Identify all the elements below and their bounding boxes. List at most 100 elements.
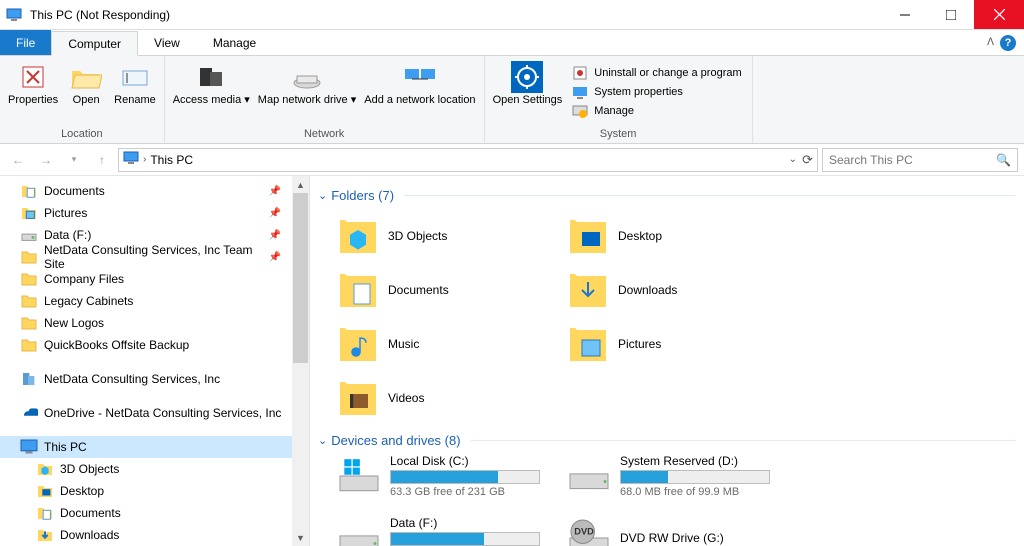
add-network-location-button[interactable]: Add a network location [360,58,479,126]
sidebar-item-label: Data (F:) [44,228,91,242]
documents-icon [36,504,54,522]
ribbon-group-network: Access media ▾ Map network drive ▾ Add a… [165,56,485,143]
nav-back-button[interactable]: ← [6,148,30,172]
window-controls [882,0,1024,29]
folder-label: Music [388,337,419,351]
breadcrumb-item[interactable]: This PC [150,153,193,167]
system-properties-icon [572,84,588,100]
tab-view[interactable]: View [138,30,197,55]
drive-free-text: 68.0 MB free of 99.9 MB [620,486,798,498]
ribbon-group-location: Properties Open Rename Location [0,56,165,143]
drive-usage-bar [390,470,540,484]
this-pc-icon [20,438,38,456]
folder-icon [20,248,38,266]
sidebar-item[interactable]: New Logos [0,312,309,334]
ribbon-group-label: System [489,126,748,143]
drives-group-header[interactable]: ⌄ Devices and drives (8) [318,433,1024,448]
sidebar-item[interactable]: 3D Objects [0,458,309,480]
close-button[interactable] [974,0,1024,29]
search-placeholder: Search This PC [829,153,913,167]
drive-item[interactable]: DVDDVD RW Drive (G:) [568,516,798,546]
nav-up-button[interactable]: ↑ [90,148,114,172]
system-properties-button[interactable]: System properties [572,84,741,100]
pictures-icon [20,204,38,222]
drive-name: DVD RW Drive (G:) [620,531,798,545]
ribbon-collapse-icon[interactable]: ᐱ [987,37,994,48]
folder-label: Downloads [618,283,677,297]
open-button[interactable]: Open [62,58,110,126]
sidebar-item[interactable]: Legacy Cabinets [0,290,309,312]
drive-item[interactable]: Local Disk (C:)63.3 GB free of 231 GB [338,454,568,498]
sidebar-item-label: New Logos [44,316,104,330]
rename-button[interactable]: Rename [110,58,160,126]
folder-item[interactable]: Documents [338,263,568,317]
sidebar-item-this-pc[interactable]: This PC [0,436,309,458]
hdd-drive-icon [568,455,610,497]
open-settings-button[interactable]: Open Settings [489,58,567,126]
tab-file[interactable]: File [0,30,51,55]
folder-label: Pictures [618,337,661,351]
pin-icon: 📌 [269,230,281,241]
sidebar-item-label: Downloads [60,528,119,542]
help-icon[interactable]: ? [1000,35,1016,51]
scroll-thumb[interactable] [293,193,308,363]
building-icon [20,370,38,388]
desktop-icon [568,216,608,256]
map-drive-button[interactable]: Map network drive ▾ [254,58,360,126]
sidebar-scrollbar[interactable]: ▲ ▼ [292,176,309,546]
chevron-down-icon: ▾ [244,94,250,106]
tab-manage[interactable]: Manage [197,30,273,55]
folder-item[interactable]: 3D Objects [338,209,568,263]
drive-item[interactable]: Data (F:)110 GB free of 297 GB [338,516,568,546]
navigation-pane: Documents📌Pictures📌 Data (F:) 📌 NetData Con… [0,176,310,546]
folder-icon [20,336,38,354]
sidebar-item[interactable]: Company Files [0,268,309,290]
sidebar-item-onedrive[interactable]: OneDrive - NetData Consulting Services, … [0,402,309,424]
sidebar-item[interactable]: Desktop [0,480,309,502]
folder-label: Videos [388,391,424,405]
downloads-icon [36,526,54,544]
refresh-button[interactable]: ⟳ [802,152,813,168]
recent-locations-button[interactable]: ▾ [62,148,86,172]
pictures-icon [568,324,608,364]
address-bar-row: ← → ▾ ↑ › This PC ⌄ ⟳ Search This PC 🔍 [0,144,1024,176]
search-input[interactable]: Search This PC 🔍 [822,148,1018,172]
folder-label: Documents [388,283,449,297]
folder-label: 3D Objects [388,229,447,243]
folders-group-header[interactable]: ⌄ Folders (7) [318,188,1024,203]
tab-computer[interactable]: Computer [51,31,138,56]
sidebar-item[interactable]: Documents📌 [0,180,309,202]
folder-item[interactable]: Music [338,317,568,371]
sidebar-item[interactable]: Pictures📌 [0,202,309,224]
folder-item[interactable]: Downloads [568,263,798,317]
sidebar-item[interactable]: Downloads [0,524,309,546]
folder-item[interactable]: Videos [338,371,568,425]
address-dropdown-button[interactable]: ⌄ [789,154,797,165]
uninstall-program-button[interactable]: Uninstall or change a program [572,65,741,81]
folder-item[interactable]: Desktop [568,209,798,263]
sidebar-item-label: OneDrive - NetData Consulting Services, … [44,406,281,420]
drive-item[interactable]: System Reserved (D:)68.0 MB free of 99.9… [568,454,798,498]
manage-button[interactable]: Manage [572,103,741,119]
sidebar-item[interactable]: NetData Consulting Services, Inc Team Si… [0,246,309,268]
minimize-button[interactable] [882,0,928,29]
sidebar-item-label: 3D Objects [60,462,119,476]
uninstall-icon [572,65,588,81]
properties-button[interactable]: Properties [4,58,62,126]
sidebar-item[interactable]: Documents [0,502,309,524]
scroll-up-icon[interactable]: ▲ [292,176,309,193]
sidebar-item-label: Legacy Cabinets [44,294,133,308]
drive-usage-bar [620,470,770,484]
scroll-down-icon[interactable]: ▼ [292,529,309,546]
videos-icon [338,378,378,418]
maximize-button[interactable] [928,0,974,29]
sidebar-item[interactable]: QuickBooks Offsite Backup [0,334,309,356]
folder-icon [20,314,38,332]
folder-item[interactable]: Pictures [568,317,798,371]
access-media-button[interactable]: Access media ▾ [169,58,254,126]
chevron-down-icon: ⌄ [318,189,327,202]
nav-forward-button[interactable]: → [34,148,58,172]
sidebar-item-netdata[interactable]: NetData Consulting Services, Inc [0,368,309,390]
drive-free-text: 63.3 GB free of 231 GB [390,486,568,498]
address-bar[interactable]: › This PC ⌄ ⟳ [118,148,818,172]
